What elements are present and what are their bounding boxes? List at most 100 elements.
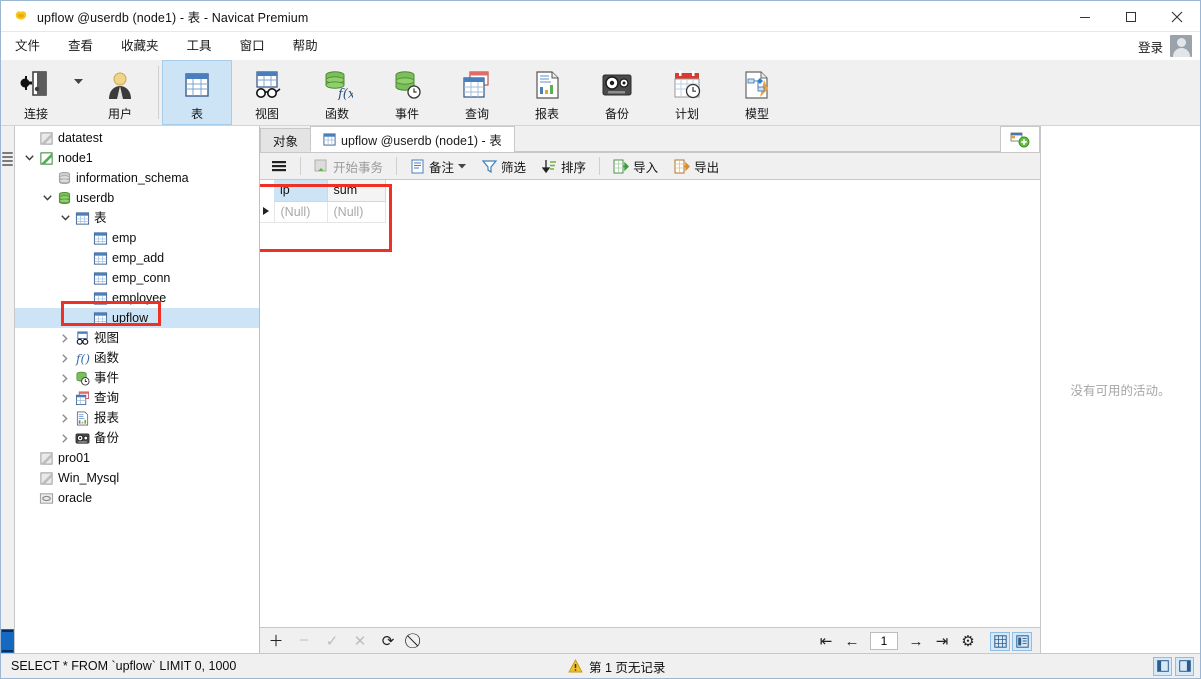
left-rail[interactable]	[1, 126, 15, 653]
toggle-left-panel-button[interactable]	[1153, 656, 1172, 676]
begin-transaction-button[interactable]: 开始事务	[307, 155, 390, 177]
tree-node-emp_conn[interactable]: emp_conn	[15, 268, 259, 288]
tree-node--[interactable]: 表	[15, 208, 259, 228]
data-grid-area[interactable]: ip sum (Null) (Null)	[260, 180, 1040, 627]
toolbar-function[interactable]: f(x) 函数	[302, 60, 372, 125]
toolbar-table[interactable]: 表	[162, 60, 232, 125]
toolbar-model[interactable]: 模型	[722, 60, 792, 125]
filter-button[interactable]: 筛选	[475, 155, 533, 177]
export-button[interactable]: 导出	[667, 155, 726, 177]
toggle-right-panel-button[interactable]	[1175, 656, 1194, 676]
toolbar-connection[interactable]: 连接	[1, 60, 71, 125]
toolbar-schedule[interactable]: 计划	[652, 60, 722, 125]
delete-record-button[interactable]: −	[296, 632, 312, 649]
refresh-button[interactable]: ⟳	[380, 632, 396, 650]
toolbar-function-label: 函数	[324, 107, 349, 121]
menu-favorites[interactable]: 收藏夹	[107, 34, 173, 58]
tree-node-node1[interactable]: node1	[15, 148, 259, 168]
tree-node--[interactable]: f() 函数	[15, 348, 259, 368]
toolbar-user-label: 用户	[107, 107, 132, 121]
menu-tools[interactable]: 工具	[173, 34, 226, 58]
first-page-button[interactable]: ⇤	[818, 632, 834, 650]
grid-cell[interactable]: (Null)	[327, 201, 386, 223]
chevron-right-icon[interactable]	[57, 373, 73, 383]
tree-node--[interactable]: 报表	[15, 408, 259, 428]
menu-view[interactable]: 查看	[54, 34, 107, 58]
note-button[interactable]: 备注	[403, 155, 473, 177]
toolbar-backup[interactable]: 备份	[582, 60, 652, 125]
connection-dropdown-caret-icon[interactable]	[71, 60, 85, 125]
grid-column-header[interactable]: sum	[327, 180, 386, 202]
toolbar-query[interactable]: 查询	[442, 60, 512, 125]
avatar[interactable]	[1170, 35, 1192, 57]
tree-node-emp[interactable]: emp	[15, 228, 259, 248]
maximize-button[interactable]	[1108, 1, 1154, 32]
chevron-right-icon[interactable]	[57, 433, 73, 443]
apply-change-button[interactable]: ✓	[324, 632, 340, 650]
tree-node-employee[interactable]: employee	[15, 288, 259, 308]
toolbar-table-label: 表	[190, 107, 203, 121]
connection-tree[interactable]: datatest node1 information_schema userdb 表 em…	[15, 126, 260, 653]
note-dropdown-caret-icon[interactable]	[458, 163, 467, 169]
login-link[interactable]: 登录	[1138, 37, 1163, 56]
grid-view-button[interactable]	[990, 631, 1010, 651]
tab-objects[interactable]: 对象	[260, 128, 312, 152]
toolbar-report-label: 报表	[534, 107, 559, 121]
chevron-down-icon[interactable]	[39, 195, 55, 201]
stop-button[interactable]: ⃠	[408, 632, 424, 649]
chevron-right-icon[interactable]	[57, 333, 73, 343]
menu-help[interactable]: 帮助	[279, 34, 332, 58]
tab-upflow-table[interactable]: upflow @userdb (node1) - 表	[310, 126, 515, 152]
form-view-button[interactable]	[1012, 631, 1032, 651]
tree-node--[interactable]: 备份	[15, 428, 259, 448]
chevron-down-icon[interactable]	[21, 155, 37, 161]
grid-row[interactable]: (Null) (Null)	[260, 201, 386, 223]
tree-node-pro01[interactable]: pro01	[15, 448, 259, 468]
minimize-button[interactable]	[1062, 1, 1108, 32]
grid-header-row: ip sum	[260, 180, 386, 202]
prev-page-button[interactable]: ←	[844, 633, 860, 650]
toolbar-report[interactable]: 报表	[512, 60, 582, 125]
page-number-input[interactable]: 1	[870, 632, 898, 650]
report-icon	[532, 68, 562, 102]
toolbar-sep-a	[300, 157, 301, 175]
grid-settings-button[interactable]: ⚙	[960, 632, 976, 650]
chevron-down-icon[interactable]	[57, 215, 73, 221]
tree-node-upflow[interactable]: upflow	[15, 308, 259, 328]
chevron-right-icon[interactable]	[57, 413, 73, 423]
tree-node-datatest[interactable]: datatest	[15, 128, 259, 148]
toolbar-view[interactable]: 视图	[232, 60, 302, 125]
menu-window[interactable]: 窗口	[226, 34, 279, 58]
tree-node-userdb[interactable]: userdb	[15, 188, 259, 208]
grid-cell[interactable]: (Null)	[274, 201, 328, 223]
import-button[interactable]: 导入	[606, 155, 665, 177]
tree-node-label: information_schema	[76, 171, 189, 185]
last-page-button[interactable]: ⇥	[934, 632, 950, 650]
tree-node--[interactable]: 事件	[15, 368, 259, 388]
tree-node-oracle[interactable]: oracle	[15, 488, 259, 508]
grid-column-header[interactable]: ip	[274, 180, 328, 202]
model-diagram-icon	[742, 68, 772, 102]
rail-scroll-thumb[interactable]	[1, 629, 14, 653]
grid-menu-button[interactable]	[264, 155, 294, 177]
toolbar-user[interactable]: 用户	[85, 60, 155, 125]
chevron-right-icon[interactable]	[57, 353, 73, 363]
add-record-button[interactable]: ＋	[268, 630, 284, 651]
grid-corner-cell[interactable]	[260, 180, 274, 201]
toolbar-event[interactable]: 事件	[372, 60, 442, 125]
rail-grip-icon[interactable]	[2, 152, 13, 178]
tree-node--[interactable]: 查询	[15, 388, 259, 408]
tree-node-emp_add[interactable]: emp_add	[15, 248, 259, 268]
toolbar-view-label: 视图	[254, 107, 279, 121]
data-grid[interactable]: ip sum (Null) (Null)	[260, 180, 386, 223]
tree-node-information_schema[interactable]: information_schema	[15, 168, 259, 188]
cancel-change-button[interactable]: ✕	[352, 632, 368, 650]
new-query-plus-icon[interactable]	[1000, 126, 1040, 152]
tree-node--[interactable]: 视图	[15, 328, 259, 348]
close-button[interactable]	[1154, 1, 1200, 32]
tree-node-win_mysql[interactable]: Win_Mysql	[15, 468, 259, 488]
menu-file[interactable]: 文件	[1, 34, 54, 58]
chevron-right-icon[interactable]	[57, 393, 73, 403]
sort-button[interactable]: 排序	[535, 155, 593, 177]
next-page-button[interactable]: →	[908, 633, 924, 650]
